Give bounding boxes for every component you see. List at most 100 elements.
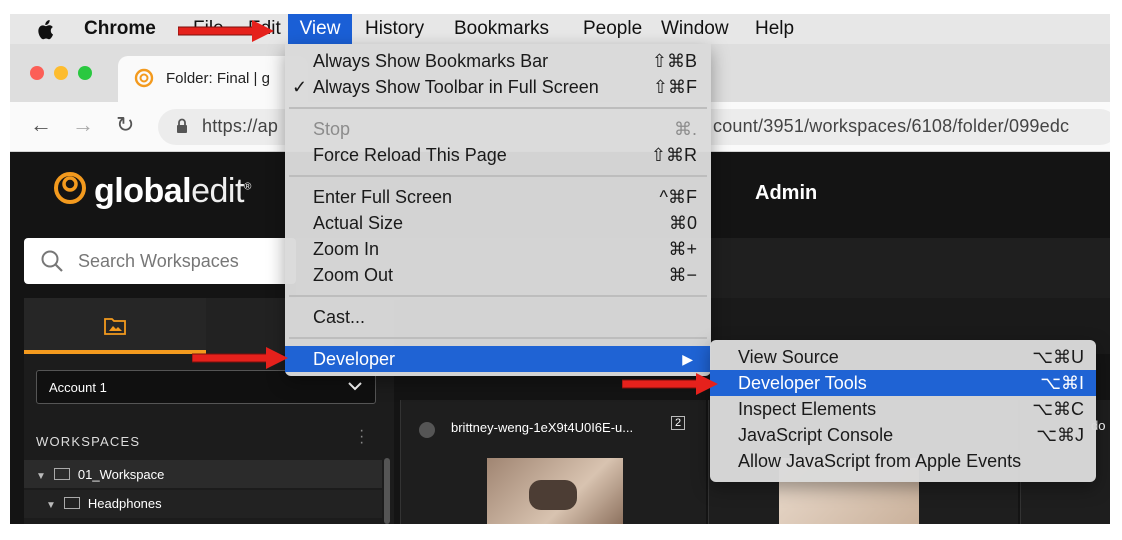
tree-item-headphones[interactable]: ▼ Headphones (24, 490, 382, 518)
menubar-bookmarks[interactable]: Bookmarks (446, 14, 557, 44)
admin-nav-link[interactable]: Admin (755, 182, 817, 205)
menu-item-zoom-in[interactable]: Zoom In ⌘+ (285, 236, 711, 262)
menu-item-shortcut: ⌥⌘I (1040, 373, 1084, 393)
url-text: https://ap (202, 116, 279, 136)
folder-icon (53, 468, 70, 480)
menu-item-inspect-elements[interactable]: Inspect Elements ⌥⌘C (710, 396, 1096, 422)
submenu-arrow-icon: ▶ (682, 351, 693, 367)
view-menu: Always Show Bookmarks Bar ⇧⌘B ✓ Always S… (285, 44, 711, 376)
menu-item-label: Developer (313, 349, 396, 369)
asset-card[interactable]: brittney-weng-1eX9t4U0I6E-u... 2 (400, 400, 706, 524)
menu-item-developer-tools[interactable]: Developer Tools ⌥⌘I (710, 370, 1096, 396)
browser-tab[interactable]: Folder: Final | g (118, 56, 308, 102)
menu-item-label: View Source (738, 347, 839, 367)
favicon-icon (134, 68, 154, 88)
menu-item-label: JavaScript Console (738, 425, 894, 445)
menubar-window[interactable]: Window (653, 14, 737, 44)
menubar-help[interactable]: Help (747, 14, 802, 44)
account-select-value: Account 1 (49, 380, 107, 395)
tree-item-label: Headphones (87, 496, 162, 511)
logo-wordmark: globaledit® (94, 172, 251, 210)
menu-item-label: Always Show Bookmarks Bar (313, 51, 549, 71)
menu-item-label: Zoom In (313, 239, 380, 259)
check-icon: ✓ (292, 77, 308, 97)
menu-item-shortcut: ⇧⌘F (652, 77, 697, 97)
menu-item-shortcut: ⌘+ (668, 239, 697, 259)
menu-item-enter-full-screen[interactable]: Enter Full Screen ^⌘F (285, 184, 711, 210)
expand-triangle-icon[interactable]: ▼ (46, 500, 56, 511)
expand-triangle-icon[interactable]: ▼ (36, 471, 46, 482)
menu-item-always-show-bookmarks-bar[interactable]: Always Show Bookmarks Bar ⇧⌘B (285, 48, 711, 74)
menu-item-shortcut: ⌥⌘C (1032, 399, 1084, 419)
zoom-window-button[interactable] (78, 66, 92, 80)
folder-image-icon (104, 318, 126, 335)
menu-item-shortcut: ⇧⌘B (651, 51, 697, 71)
menu-item-label: Actual Size (313, 213, 404, 233)
folder-icon (63, 497, 80, 509)
developer-submenu: View Source ⌥⌘U Developer Tools ⌥⌘I Insp… (710, 340, 1096, 482)
annotation-arrow-developer-tools (622, 373, 718, 395)
apple-menu[interactable] (32, 14, 62, 44)
mac-menubar: Chrome File Edit View History Bookmarks … (10, 14, 1110, 44)
screenshot-frame: Chrome File Edit View History Bookmarks … (10, 14, 1110, 524)
asset-thumbnail[interactable] (487, 458, 623, 524)
tree-item-label: 01_Workspace (77, 467, 165, 482)
menu-item-view-source[interactable]: View Source ⌥⌘U (710, 344, 1096, 370)
annotation-arrow-view (178, 20, 274, 42)
select-radio[interactable] (419, 422, 435, 438)
menu-item-label: Inspect Elements (738, 399, 877, 419)
menu-item-allow-javascript-apple-events[interactable]: Allow JavaScript from Apple Events (710, 448, 1096, 474)
annotation-arrow-developer (192, 347, 288, 369)
menu-item-force-reload[interactable]: Force Reload This Page ⇧⌘R (285, 142, 711, 168)
menu-item-actual-size[interactable]: Actual Size ⌘0 (285, 210, 711, 236)
menu-item-always-show-toolbar[interactable]: ✓ Always Show Toolbar in Full Screen ⇧⌘F (285, 74, 711, 100)
menu-item-stop: Stop ⌘. (285, 116, 711, 142)
sidebar-scrollbar[interactable] (384, 458, 390, 524)
search-input[interactable]: Search Workspaces (24, 238, 296, 284)
menu-item-label: Enter Full Screen (313, 187, 453, 207)
menubar-view[interactable]: View (288, 14, 352, 44)
tab-folders[interactable] (24, 298, 206, 354)
search-icon (41, 250, 63, 272)
lock-icon (177, 118, 187, 133)
menu-item-shortcut: ⌘− (668, 265, 697, 285)
kebab-icon[interactable]: · · · (359, 423, 364, 451)
back-icon[interactable]: ← (30, 112, 52, 138)
menu-item-label: Allow JavaScript from Apple Events (738, 451, 1022, 471)
menu-separator (289, 337, 707, 339)
menu-separator (289, 295, 707, 297)
reload-icon[interactable]: ↻ (116, 112, 134, 138)
thumbnail-object (529, 480, 577, 510)
menu-item-label: Always Show Toolbar in Full Screen (313, 77, 599, 97)
menu-item-label: Cast... (313, 307, 366, 327)
menu-separator (289, 107, 707, 109)
menu-item-shortcut: ⌘0 (668, 213, 697, 233)
menu-item-label: Force Reload This Page (313, 145, 507, 165)
forward-icon[interactable]: → (72, 112, 94, 138)
logo-mark-icon (54, 172, 86, 204)
close-window-button[interactable] (30, 66, 44, 80)
menu-item-shortcut: ⌥⌘U (1032, 347, 1084, 367)
menu-item-label: Stop (313, 119, 351, 139)
asset-filename: brittney-weng-1eX9t4U0I6E-u... (451, 420, 634, 435)
url-text-tail: count/3951/workspaces/6108/folder/099edc (713, 116, 1070, 136)
menu-separator (289, 175, 707, 177)
search-placeholder: Search Workspaces (78, 251, 239, 271)
minimize-window-button[interactable] (54, 66, 68, 80)
menubar-people[interactable]: People (575, 14, 650, 44)
chevron-down-icon (348, 382, 362, 391)
menu-item-label: Developer Tools (738, 373, 867, 393)
menubar-history[interactable]: History (357, 14, 432, 44)
tree-item-workspace[interactable]: ▼ 01_Workspace (24, 460, 382, 488)
workspaces-heading: WORKSPACES (36, 434, 141, 449)
menu-item-shortcut: ⌥⌘J (1036, 425, 1084, 445)
tab-title: Folder: Final | g (166, 70, 270, 87)
menu-item-cast[interactable]: Cast... (285, 304, 711, 330)
menu-item-shortcut: ^⌘F (659, 187, 697, 207)
menu-item-javascript-console[interactable]: JavaScript Console ⌥⌘J (710, 422, 1096, 448)
menu-item-zoom-out[interactable]: Zoom Out ⌘− (285, 262, 711, 288)
menubar-chrome[interactable]: Chrome (76, 14, 164, 44)
menu-item-shortcut: ⌘. (673, 119, 697, 139)
menu-item-developer[interactable]: Developer ▶ (285, 346, 711, 372)
menu-item-shortcut: ⇧⌘R (650, 145, 697, 165)
